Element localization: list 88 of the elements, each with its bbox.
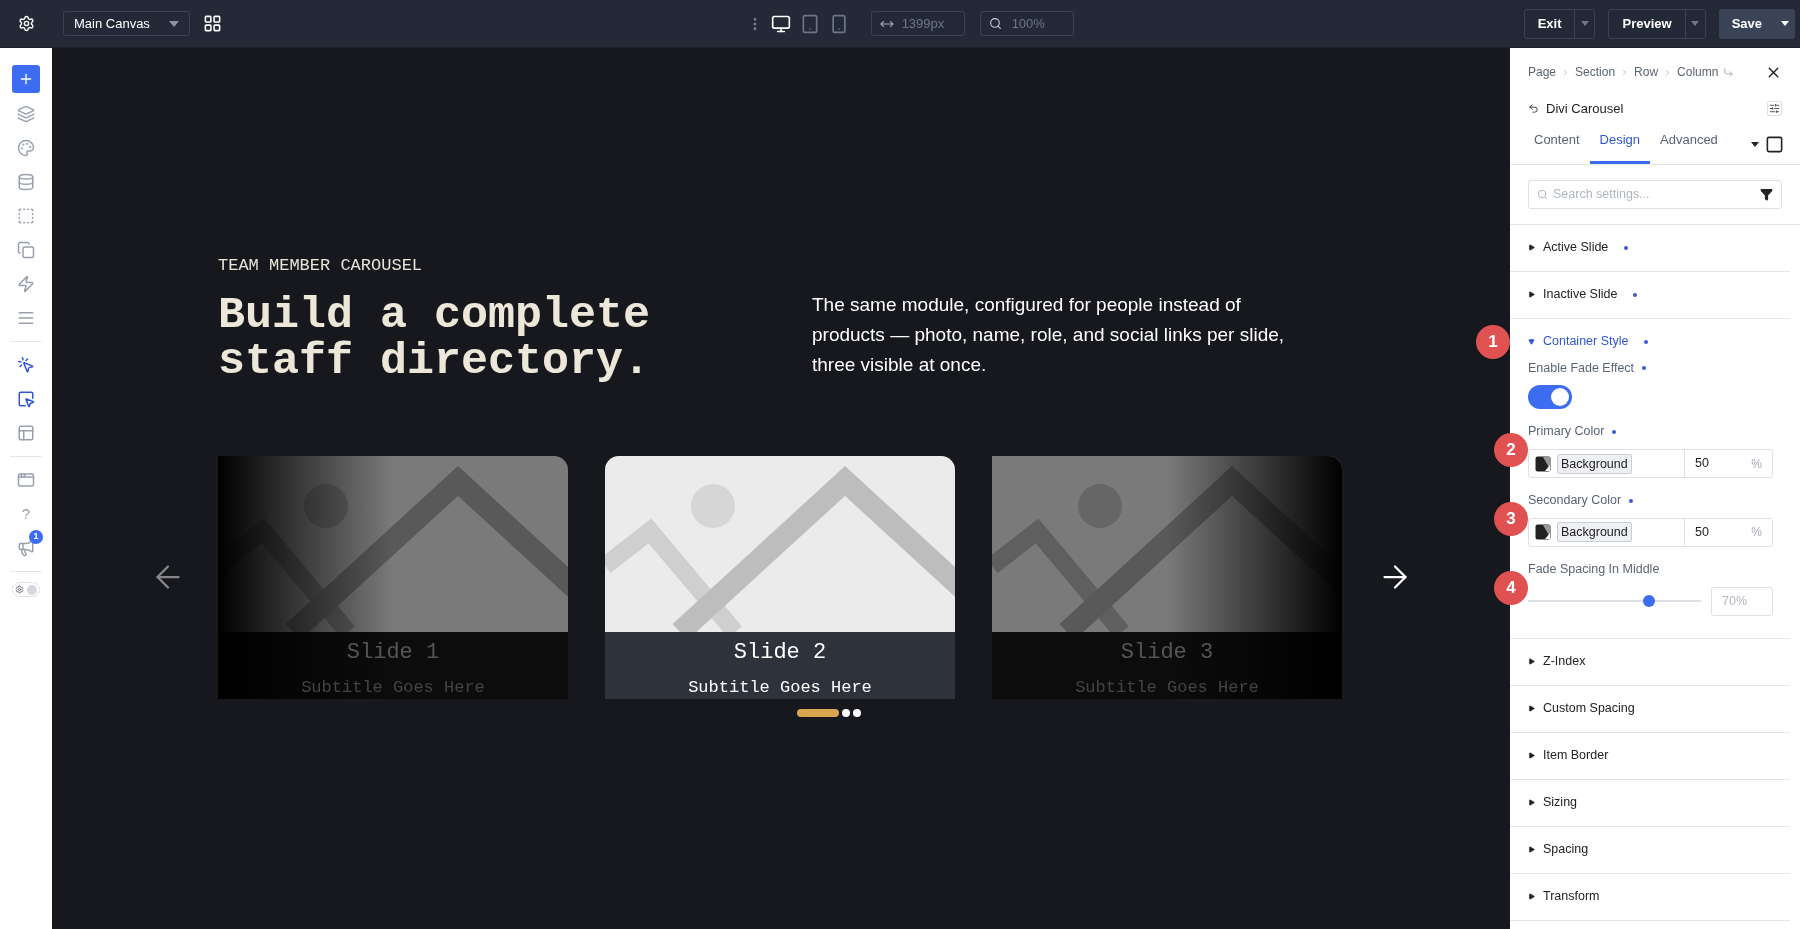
desktop-view-icon[interactable] <box>1765 134 1784 154</box>
color-variable-tag: Background <box>1557 522 1632 543</box>
layers-icon[interactable] <box>17 105 35 123</box>
back-icon[interactable] <box>1528 103 1539 115</box>
panel-tab[interactable]: Content <box>1524 130 1590 164</box>
windows-icon[interactable] <box>17 471 35 489</box>
slide-title: Slide 3 <box>1120 638 1214 667</box>
unit-label: % <box>1751 455 1762 473</box>
section-header[interactable]: Custom Spacing <box>1510 685 1790 732</box>
search-input[interactable]: Search settings... <box>1553 184 1755 204</box>
disclosure-icon <box>1528 846 1535 853</box>
eyebrow-text: TEAM MEMBER CAROUSEL <box>218 255 424 277</box>
color-field[interactable]: Background 50 % <box>1528 449 1773 478</box>
module-title: Divi Carousel <box>1546 100 1624 118</box>
slide-subtitle: Subtitle Goes Here <box>1075 676 1259 699</box>
button-label[interactable]: Preview <box>1609 9 1685 38</box>
dashed-square-icon[interactable] <box>17 207 35 225</box>
split-button[interactable]: Preview <box>1608 8 1706 39</box>
color-swatch-icon <box>1535 524 1551 541</box>
callout-badge: 2 <box>1494 433 1528 468</box>
caret-icon <box>169 20 179 27</box>
copy-icon[interactable] <box>17 241 35 259</box>
disclosure-icon <box>1528 338 1535 345</box>
split-button[interactable]: Exit <box>1523 8 1596 39</box>
megaphone-icon[interactable] <box>17 539 35 557</box>
palette-icon[interactable] <box>17 139 35 157</box>
button-label[interactable]: Save <box>1718 8 1775 39</box>
section-header[interactable]: Item Border <box>1510 732 1790 779</box>
color-variable-tag: Background <box>1557 453 1632 474</box>
breadcrumb-link[interactable]: Row <box>1634 63 1659 81</box>
breadcrumb-link[interactable]: Column <box>1677 63 1719 81</box>
plus-icon <box>18 71 34 87</box>
pointer-square-icon[interactable] <box>17 390 35 408</box>
unit-label: % <box>1751 524 1762 542</box>
grid-icon[interactable] <box>203 14 222 33</box>
notification-badge: 1 <box>29 530 43 544</box>
section-header[interactable]: Spacing <box>1510 826 1790 873</box>
field-label: Enable Fade Effect <box>1528 360 1635 375</box>
disclosure-icon <box>1528 291 1535 298</box>
disclosure-icon <box>1528 658 1535 665</box>
heading: Build a complete staff directory. <box>218 292 652 385</box>
desktop-icon[interactable] <box>770 13 791 34</box>
gear-icon <box>15 585 24 594</box>
section-header[interactable]: Inactive Slide <box>1510 271 1790 318</box>
search-field[interactable]: Search settings... <box>1528 179 1782 209</box>
caret-icon[interactable] <box>1751 141 1759 147</box>
lines-icon[interactable] <box>17 309 35 327</box>
disclosure-icon <box>1528 799 1535 806</box>
split-button[interactable]: Save <box>1718 8 1795 39</box>
breadcrumb-link[interactable]: Page <box>1528 63 1557 81</box>
disclosure-icon <box>1528 752 1535 759</box>
description-text: The same module, configured for people instead of products — photo, name, role, and social links per slide, three visible at once. <box>812 293 1286 377</box>
section-header[interactable]: Transform <box>1510 873 1790 920</box>
fade-toggle[interactable] <box>1528 385 1572 410</box>
amount-value: 50 <box>1695 455 1709 473</box>
panel-tab[interactable]: Advanced <box>1650 130 1728 164</box>
layout-icon[interactable] <box>17 424 35 442</box>
slide-subtitle: Subtitle Goes Here <box>688 676 872 699</box>
disclosure-icon <box>1528 244 1535 251</box>
canvas-select[interactable]: Main Canvas <box>63 11 190 36</box>
button-label[interactable]: Exit <box>1524 9 1575 38</box>
lightning-icon[interactable] <box>17 275 35 293</box>
slide-card[interactable]: Slide 2 Subtitle Goes Here <box>605 455 955 699</box>
slide-title: Slide 1 <box>346 638 440 667</box>
add-button[interactable] <box>12 65 40 93</box>
section-header[interactable]: Active Slide <box>1510 224 1790 271</box>
slide-title: Slide 2 <box>733 638 827 667</box>
filter-icon[interactable] <box>1760 187 1773 201</box>
panel-tab[interactable]: Design <box>1589 130 1650 164</box>
options-icon[interactable] <box>1767 101 1782 117</box>
settings-icon[interactable] <box>17 15 35 32</box>
breadcrumb-link[interactable]: Section <box>1575 63 1616 81</box>
zoom-icon <box>988 17 1002 30</box>
database-icon[interactable] <box>17 173 35 191</box>
field-label: Secondary Color <box>1528 493 1622 507</box>
pointer-click-icon[interactable] <box>17 356 35 374</box>
field-label: Fade Spacing In Middle <box>1528 561 1660 576</box>
color-swatch-icon <box>1535 455 1551 472</box>
disclosure-icon <box>1528 705 1535 712</box>
slider-thumb[interactable] <box>1643 595 1656 607</box>
color-field[interactable]: Background 50 % <box>1528 517 1773 547</box>
section-header[interactable]: Sizing <box>1510 779 1790 826</box>
section-header[interactable]: Z-Index <box>1510 638 1790 685</box>
disclosure-icon <box>1528 893 1535 900</box>
amount-value: 50 <box>1695 523 1709 541</box>
field-label: Primary Color <box>1528 424 1605 439</box>
search-icon <box>1537 188 1548 200</box>
slide-subtitle: Subtitle Goes Here <box>301 676 485 699</box>
